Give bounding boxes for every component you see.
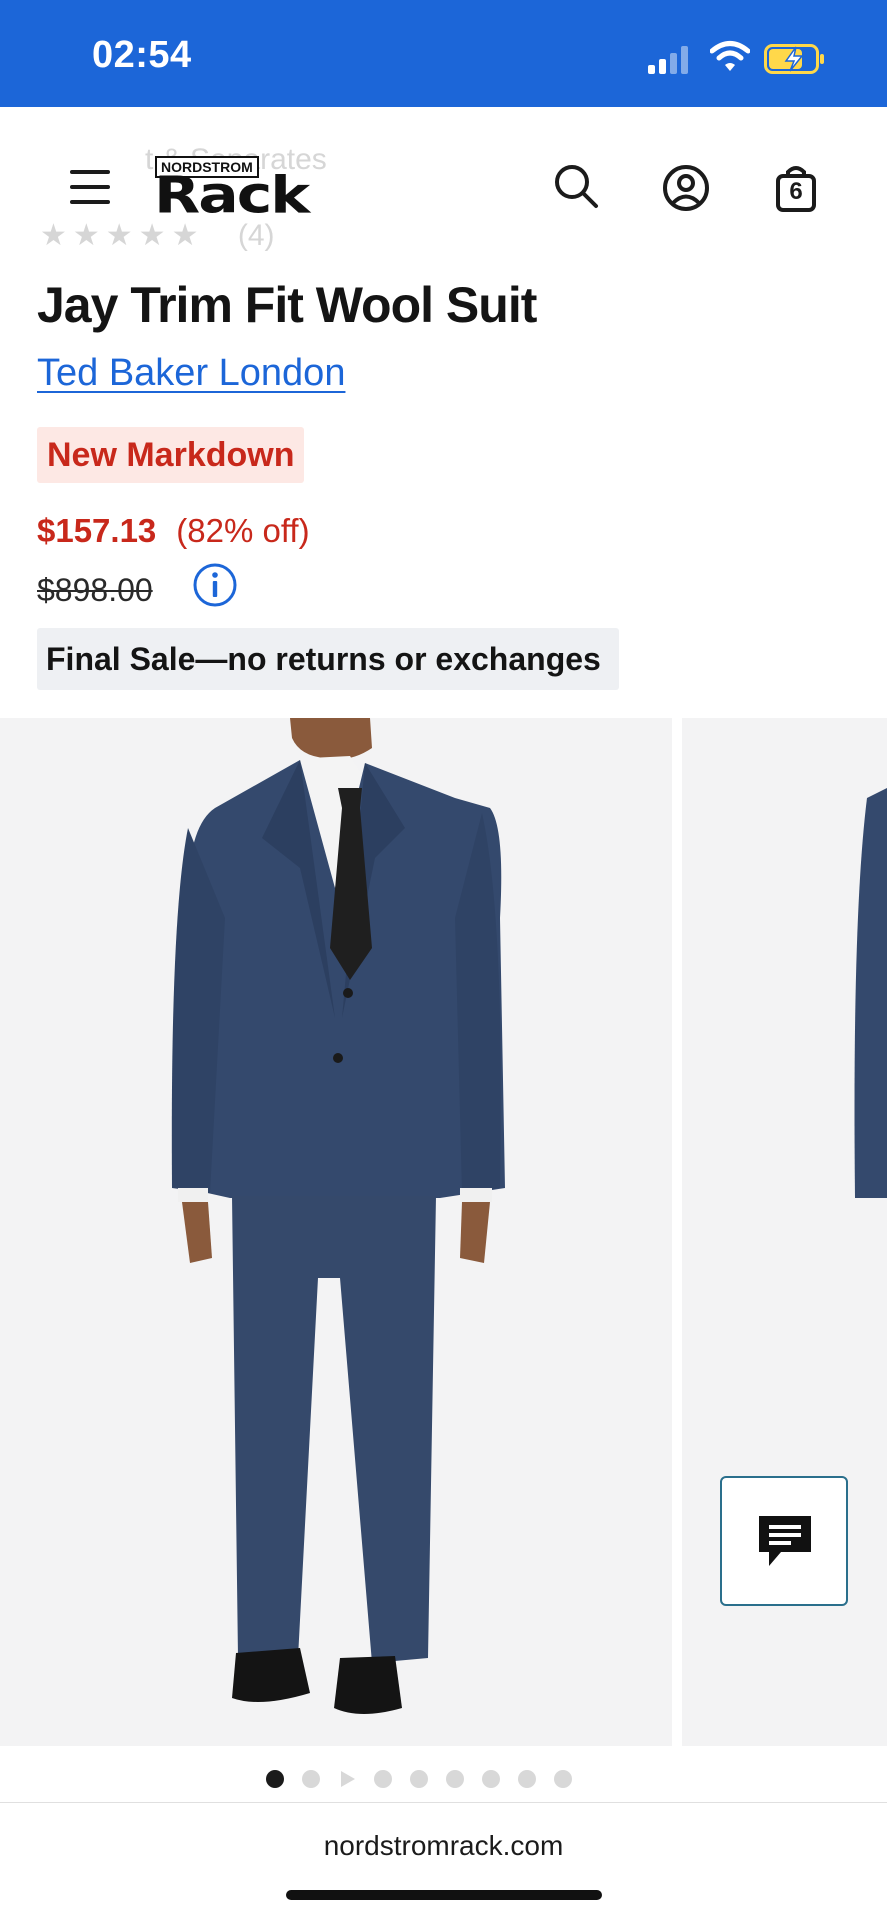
menu-icon[interactable] bbox=[70, 170, 110, 206]
battery-charging-icon bbox=[764, 44, 824, 74]
video-play-dot-icon[interactable] bbox=[338, 1770, 356, 1788]
carousel-dot-active[interactable] bbox=[266, 1770, 284, 1788]
home-indicator[interactable] bbox=[286, 1890, 602, 1900]
status-time: 02:54 bbox=[92, 34, 192, 76]
chat-button[interactable] bbox=[720, 1476, 848, 1606]
bag-count: 6 bbox=[789, 178, 803, 205]
url-text[interactable]: nordstromrack.com bbox=[0, 1830, 887, 1862]
chat-icon bbox=[759, 1516, 811, 1566]
carousel-dot[interactable] bbox=[446, 1770, 464, 1788]
wifi-icon bbox=[710, 41, 750, 71]
discount-percent: (82% off) bbox=[176, 512, 310, 549]
suit-model-image bbox=[171, 718, 505, 1714]
shopping-bag-button[interactable]: 6 bbox=[772, 162, 820, 214]
carousel-dot[interactable] bbox=[302, 1770, 320, 1788]
original-price: $898.00 bbox=[37, 572, 153, 608]
markdown-badge: New Markdown bbox=[37, 427, 305, 483]
carousel-dot[interactable] bbox=[374, 1770, 392, 1788]
carousel-dot[interactable] bbox=[554, 1770, 572, 1788]
final-sale-notice: Final Sale—no returns or exchanges bbox=[37, 628, 619, 690]
sale-price: $157.13 bbox=[37, 512, 157, 549]
carousel-dot[interactable] bbox=[410, 1770, 428, 1788]
price-row: $157.13 (82% off) bbox=[37, 512, 310, 550]
brand-link[interactable]: Ted Baker London bbox=[37, 352, 345, 395]
carousel-dot[interactable] bbox=[518, 1770, 536, 1788]
carousel-pagination[interactable] bbox=[262, 1770, 602, 1790]
account-icon[interactable] bbox=[662, 164, 710, 212]
status-bar: 02:54 bbox=[0, 0, 887, 107]
logo-rack-text: Rack bbox=[154, 165, 310, 226]
info-icon[interactable] bbox=[192, 562, 238, 608]
product-title: Jay Trim Fit Wool Suit bbox=[37, 277, 537, 333]
search-icon[interactable] bbox=[552, 162, 600, 210]
cellular-signal-icon bbox=[648, 46, 692, 74]
product-image-1[interactable] bbox=[0, 718, 672, 1746]
carousel-dot[interactable] bbox=[482, 1770, 500, 1788]
